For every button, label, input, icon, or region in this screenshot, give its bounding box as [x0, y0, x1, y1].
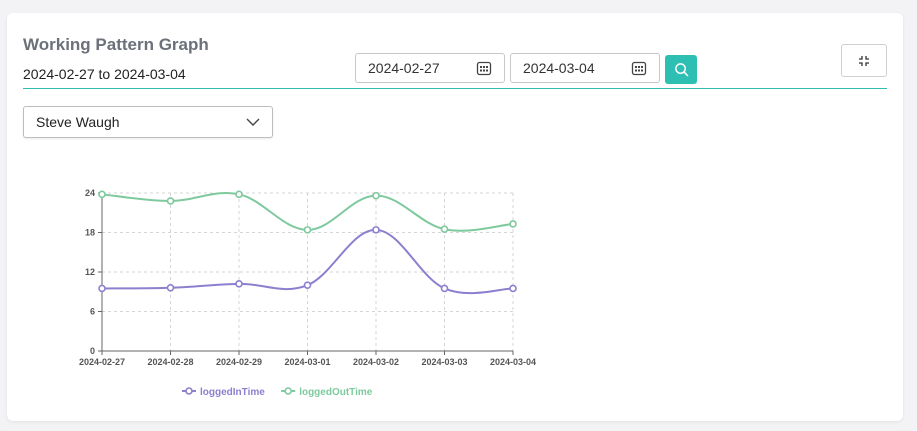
- x-tick-label: 2024-02-27: [79, 357, 125, 367]
- data-point-loggedInTime: [98, 284, 106, 293]
- x-tick-label: 2024-03-04: [490, 357, 536, 367]
- legend-label: loggedInTime: [200, 387, 265, 398]
- y-tick-label: 24: [85, 188, 95, 198]
- data-point-loggedInTime: [509, 284, 517, 293]
- data-point-loggedOutTime: [166, 197, 175, 205]
- x-tick-label: 2024-03-01: [284, 357, 330, 367]
- x-tick-label: 2024-03-03: [421, 357, 467, 367]
- x-tick-label: 2024-02-29: [216, 357, 262, 367]
- x-tick-label: 2024-03-02: [353, 357, 399, 367]
- legend-swatch-marker: [284, 387, 293, 395]
- y-tick-label: 0: [90, 346, 95, 356]
- legend-swatch-marker: [185, 387, 193, 395]
- data-point-loggedInTime: [303, 281, 312, 289]
- data-point-loggedOutTime: [98, 190, 106, 199]
- y-tick-label: 6: [90, 307, 95, 317]
- data-point-loggedInTime: [440, 284, 449, 293]
- data-point-loggedOutTime: [509, 220, 517, 228]
- working-pattern-chart: 0 6 12 18 24 2024-02-27 2024-02-28 2024-02-29 20…: [79, 188, 536, 398]
- data-point-loggedOutTime: [303, 226, 312, 234]
- data-point-loggedInTime: [235, 280, 243, 288]
- y-tick-label: 18: [85, 228, 95, 238]
- x-tick-label: 2024-02-28: [147, 357, 193, 367]
- data-point-loggedInTime: [166, 283, 175, 292]
- data-point-loggedInTime: [372, 226, 380, 234]
- data-point-loggedOutTime: [440, 225, 449, 234]
- y-tick-label: 12: [85, 267, 95, 277]
- data-point-loggedOutTime: [372, 191, 380, 200]
- legend-label: loggedOutTime: [299, 387, 373, 398]
- data-point-loggedOutTime: [235, 190, 243, 199]
- working-pattern-card: Working Pattern Graph 2024-02-27 to 2024…: [7, 13, 903, 421]
